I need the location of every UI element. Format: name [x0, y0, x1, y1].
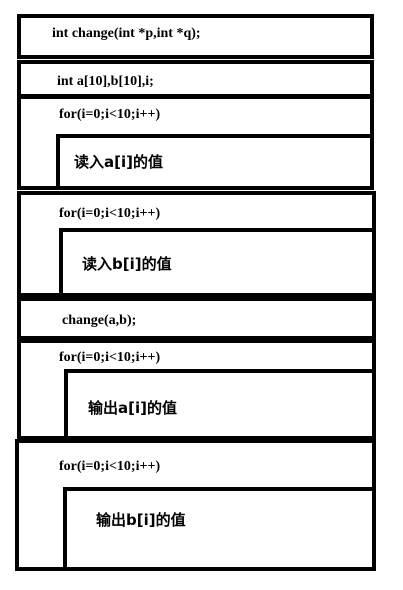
call-text: change(a,b); [62, 313, 137, 328]
loop3-body-text: 输出a[i]的值 [88, 399, 177, 417]
loop4-body-text: 输出b[i]的值 [96, 511, 186, 529]
loop3-header: for(i=0;i<10;i++) [59, 350, 161, 365]
loop1-body-text: 读入a[i]的值 [74, 153, 163, 171]
declare-vars-text: int a[10],b[10],i; [57, 74, 154, 89]
declare-func-text: int change(int *p,int *q); [52, 26, 201, 41]
loop4-body-block [63, 487, 376, 571]
loop4-header: for(i=0;i<10;i++) [59, 459, 161, 474]
loop2-header: for(i=0;i<10;i++) [59, 206, 161, 221]
loop2-body-text: 读入b[i]的值 [82, 255, 172, 273]
loop1-header: for(i=0;i<10;i++) [59, 107, 161, 122]
